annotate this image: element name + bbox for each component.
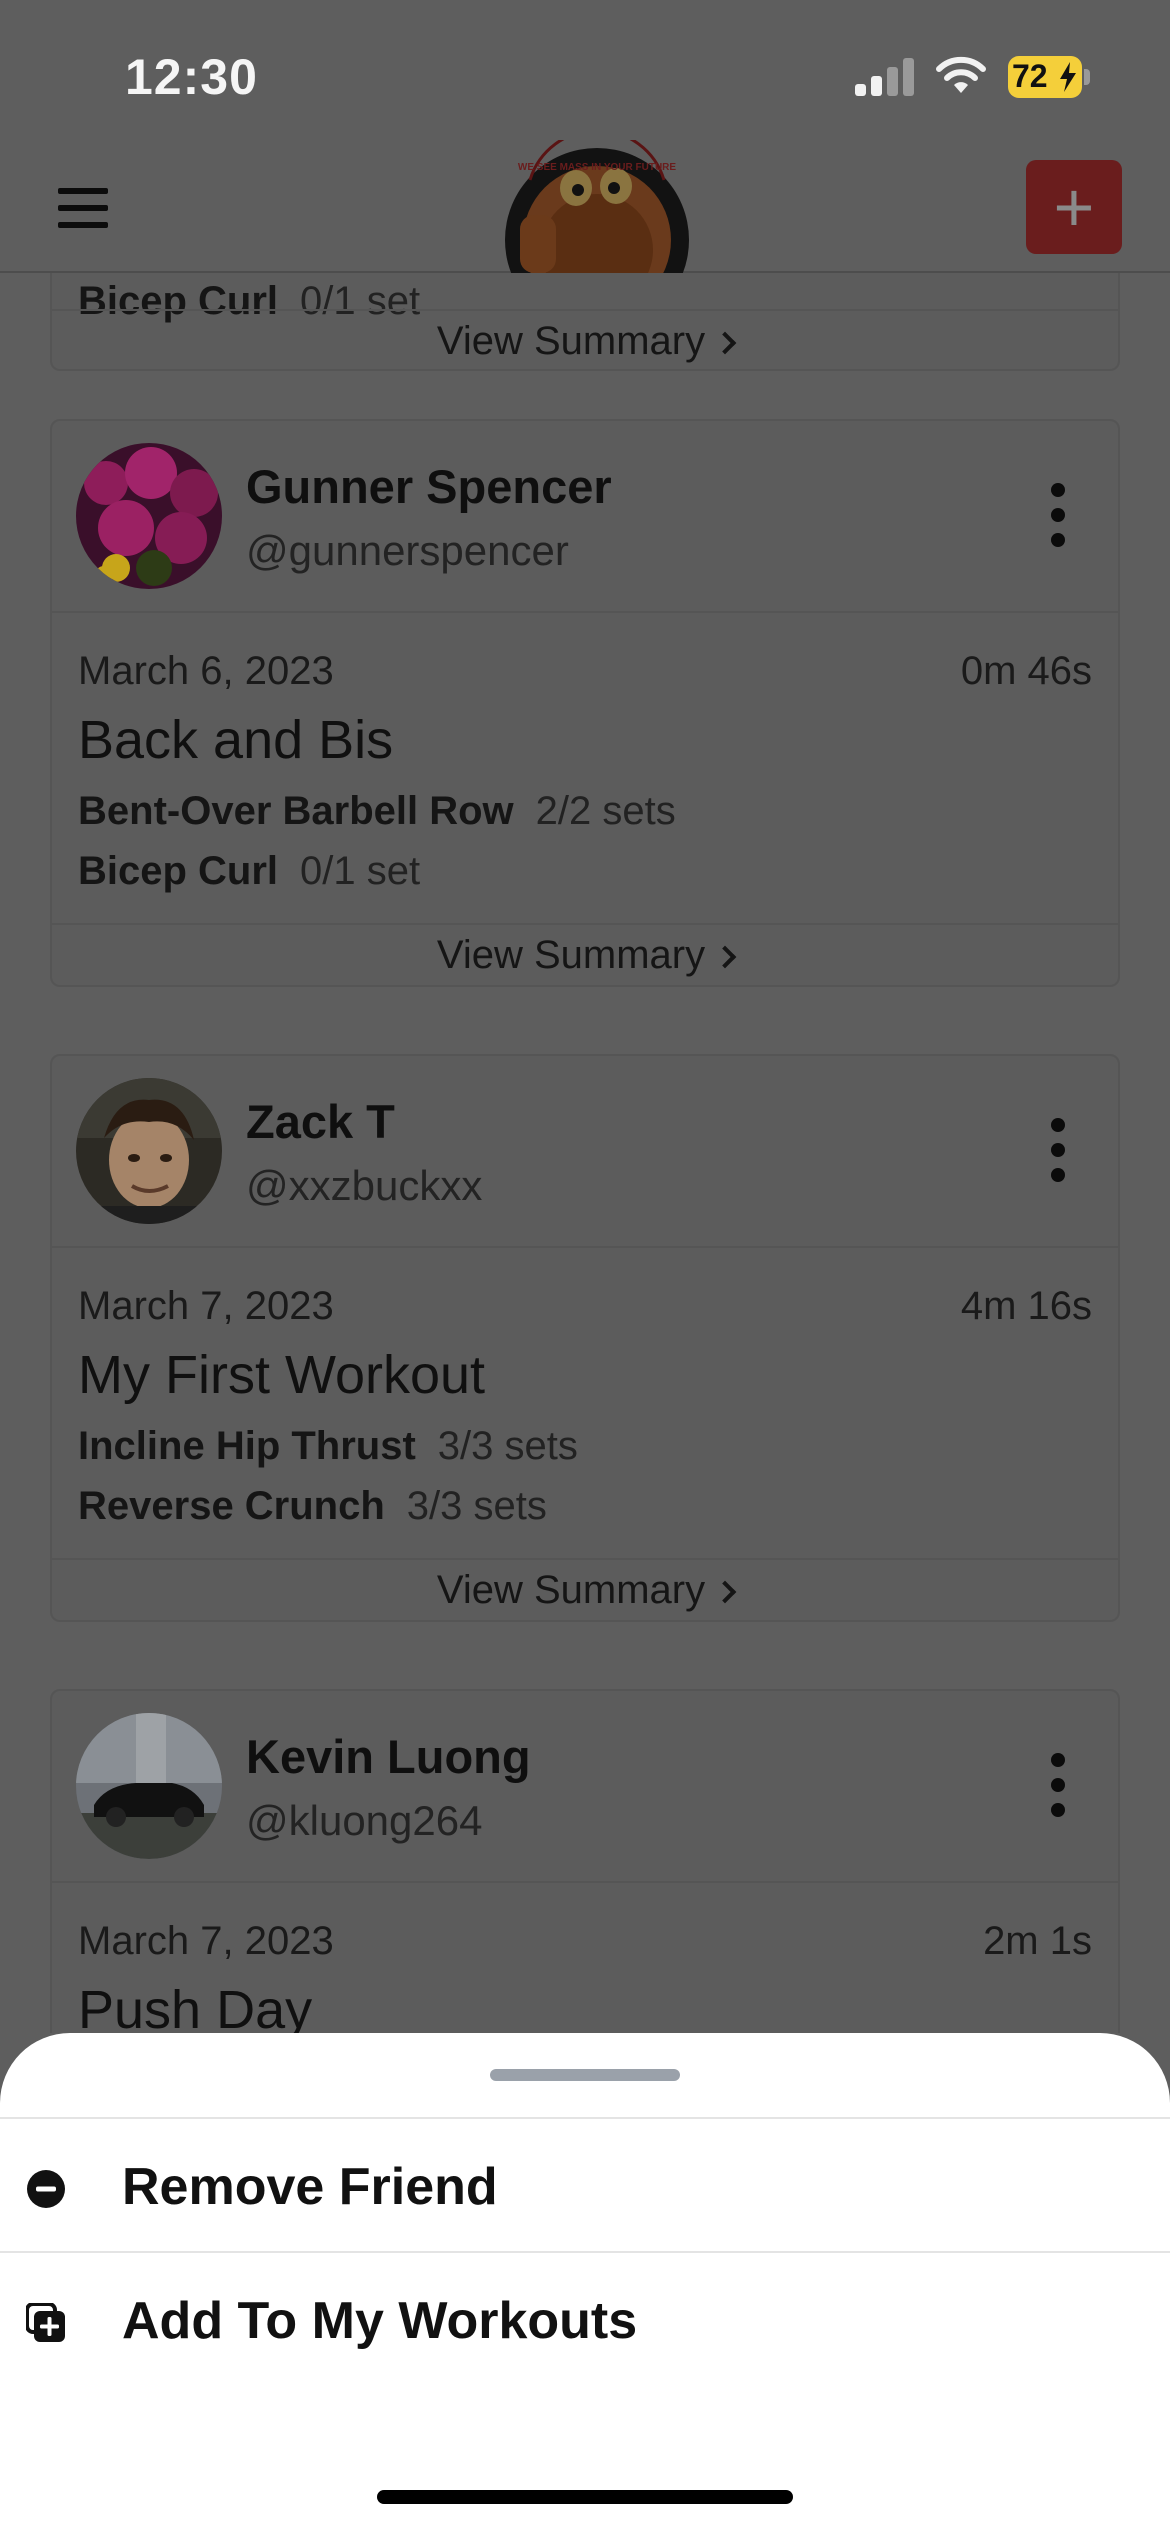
minus-circle-icon [27, 2170, 65, 2208]
top-nav-bar: WE SEE MASS IN YOUR FUTURE + [0, 140, 1170, 273]
chevron-right-icon [713, 1580, 737, 1604]
cellular-signal-icon [855, 58, 915, 96]
user-name[interactable]: Gunner Spencer [246, 459, 612, 514]
user-handle: @gunnerspencer [246, 527, 569, 574]
avatar[interactable] [76, 1713, 222, 1859]
workout-date: March 7, 2023 [78, 1919, 334, 1963]
more-options-icon[interactable] [1048, 483, 1068, 549]
user-name[interactable]: Kevin Luong [246, 1729, 531, 1784]
hamburger-menu-icon[interactable] [58, 188, 108, 228]
screen: 12:30 72 WE SEE MASS IN YOUR FUTURE + Bi… [0, 0, 1170, 2532]
card-header: Kevin Luong @kluong264 [52, 1691, 1118, 1883]
app-logo: WE SEE MASS IN YOUR FUTURE [500, 140, 694, 273]
exercise-row: Reverse Crunch 3/3 sets [78, 1484, 547, 1528]
view-summary-link[interactable]: View Summary [52, 309, 1118, 369]
wifi-icon [936, 56, 986, 93]
exercise-row: Bicep Curl 0/1 set [78, 849, 421, 893]
workout-title: Back and Bis [78, 710, 394, 770]
logo-text: WE SEE MASS IN YOUR FUTURE [518, 162, 676, 173]
chevron-right-icon [713, 945, 737, 969]
home-indicator[interactable] [377, 2490, 793, 2504]
card-body[interactable]: March 7, 2023 2m 1s Push Day [52, 1883, 1118, 2033]
workout-card: Gunner Spencer @gunnerspencer March 6, 2… [50, 419, 1120, 987]
workout-card-partial: Bicep Curl 0/1 set View Summary [50, 273, 1120, 371]
workout-card: Zack T @xxzbuckxx March 7, 2023 4m 16s M… [50, 1054, 1120, 1622]
card-body[interactable]: March 7, 2023 4m 16s My First Workout In… [52, 1248, 1118, 1560]
plus-icon: + [1053, 168, 1095, 246]
user-handle: @kluong264 [246, 1797, 483, 1844]
workout-duration: 2m 1s [983, 1919, 1092, 1963]
view-summary-link[interactable]: View Summary [52, 1560, 1118, 1620]
add-to-my-workouts-label: Add To My Workouts [122, 2292, 638, 2350]
remove-friend-label: Remove Friend [122, 2158, 498, 2216]
add-workout-button[interactable]: + [1026, 160, 1122, 254]
card-body[interactable]: March 6, 2023 0m 46s Back and Bis Bent-O… [52, 613, 1118, 925]
battery-level: 72 [1012, 58, 1048, 94]
workout-title: Push Day [78, 1980, 313, 2033]
avatar[interactable] [76, 1078, 222, 1224]
user-name[interactable]: Zack T [246, 1094, 395, 1149]
workout-duration: 4m 16s [960, 1284, 1092, 1328]
add-to-collection-icon [26, 2303, 65, 2342]
exercise-row: Incline Hip Thrust 3/3 sets [78, 1424, 578, 1468]
sheet-grabber[interactable] [490, 2069, 680, 2081]
workout-card: Kevin Luong @kluong264 March 7, 2023 2m … [50, 1689, 1120, 2033]
workout-date: March 7, 2023 [78, 1284, 334, 1328]
chevron-right-icon [713, 331, 737, 355]
workout-duration: 0m 46s [960, 649, 1092, 693]
action-sheet: Remove Friend Add To My Workouts [0, 2033, 1170, 2532]
exercise-row: Bent-Over Barbell Row 2/2 sets [78, 789, 676, 833]
workout-feed[interactable]: Bicep Curl 0/1 set View Summary Gunner S… [0, 273, 1170, 2033]
view-summary-link[interactable]: View Summary [52, 925, 1118, 985]
remove-friend-button[interactable]: Remove Friend [0, 2119, 1170, 2253]
card-header: Gunner Spencer @gunnerspencer [52, 421, 1118, 613]
more-options-icon[interactable] [1048, 1118, 1068, 1184]
user-handle: @xxzbuckxx [246, 1162, 483, 1209]
add-to-my-workouts-button[interactable]: Add To My Workouts [0, 2253, 1170, 2387]
battery-charging-icon: 72 [1008, 56, 1090, 98]
status-bar: 12:30 72 [0, 0, 1170, 140]
avatar[interactable] [76, 443, 222, 589]
workout-date: March 6, 2023 [78, 649, 334, 693]
more-options-icon[interactable] [1048, 1753, 1068, 1819]
status-time: 12:30 [125, 49, 258, 105]
card-header: Zack T @xxzbuckxx [52, 1056, 1118, 1248]
workout-title: My First Workout [78, 1345, 486, 1405]
